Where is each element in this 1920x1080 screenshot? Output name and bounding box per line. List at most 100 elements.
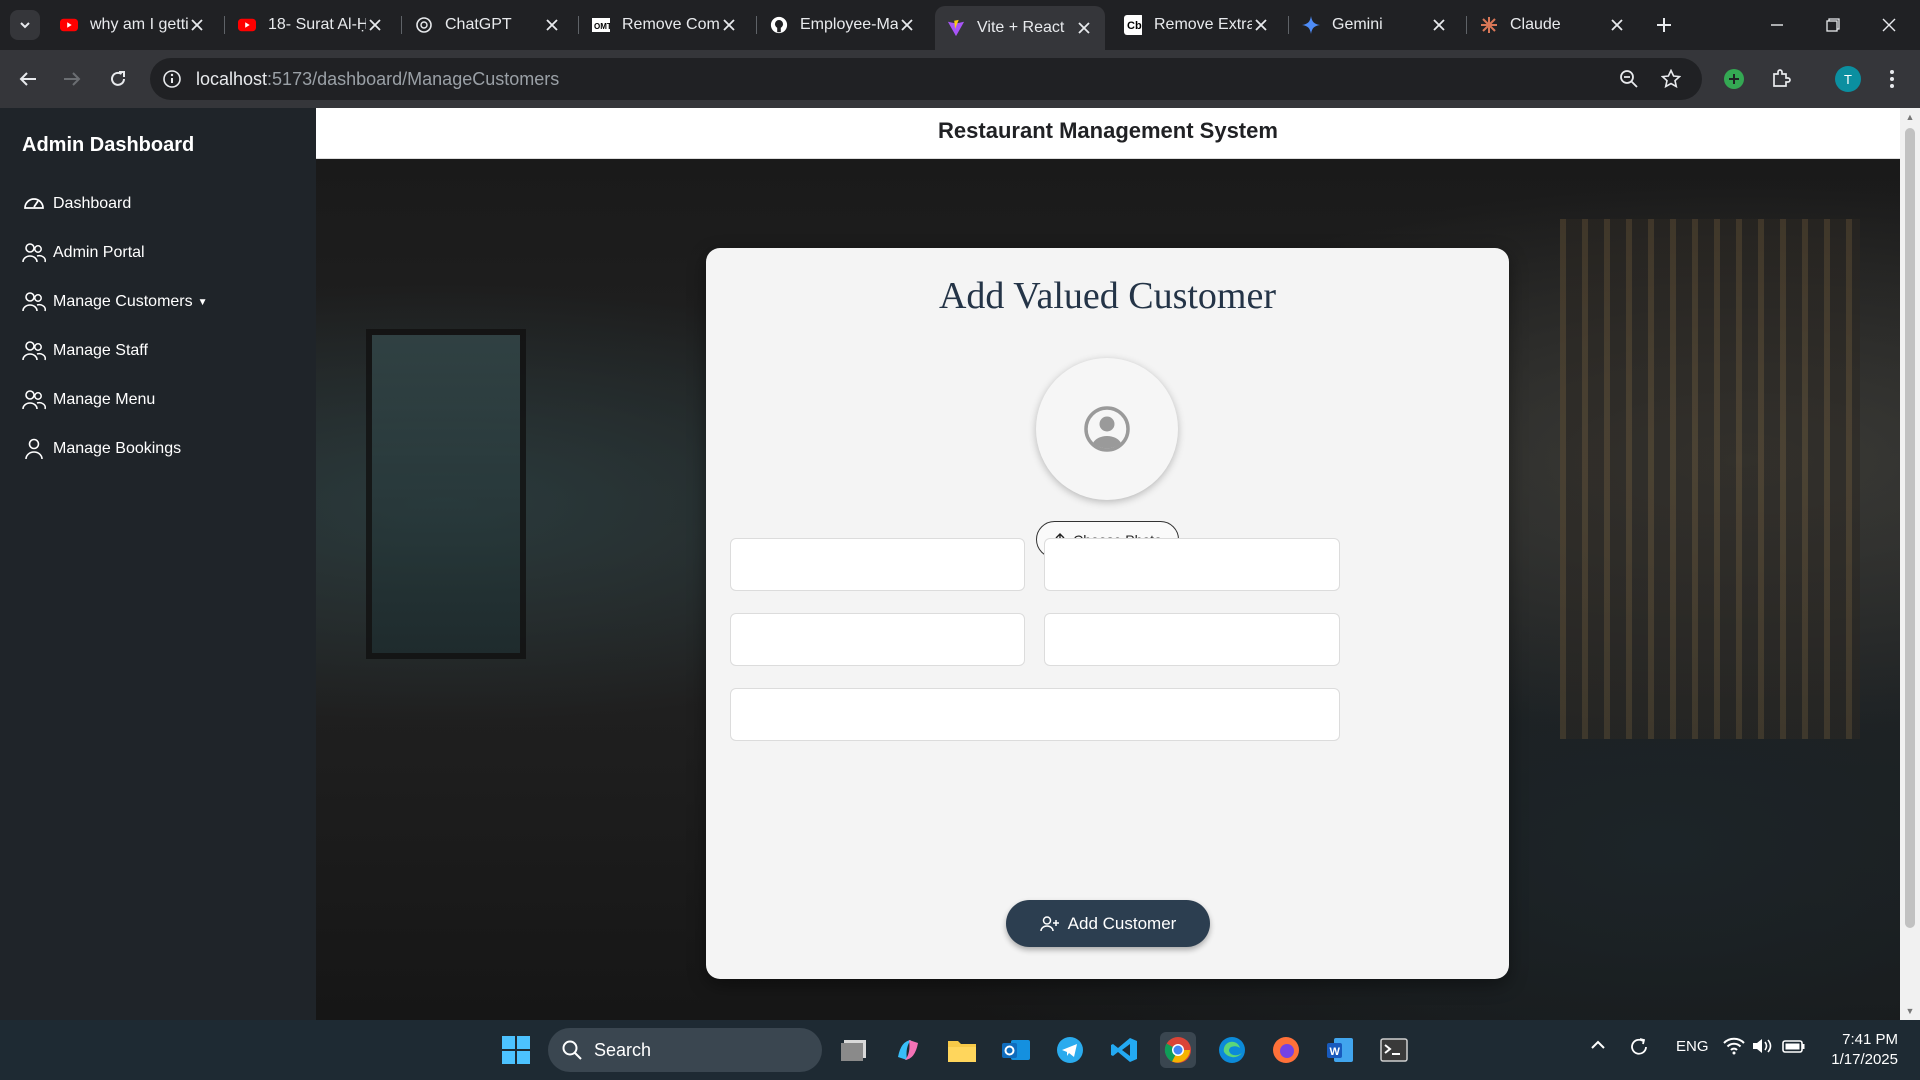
new-tab-button[interactable] — [1651, 12, 1677, 38]
forward-button[interactable] — [58, 65, 86, 93]
person-icon — [22, 437, 46, 461]
customer-field-3[interactable] — [730, 613, 1025, 666]
telegram-icon[interactable] — [1052, 1032, 1088, 1068]
browser-tab[interactable]: Gemini — [1290, 8, 1460, 42]
close-icon[interactable] — [1608, 16, 1626, 34]
customer-field-1[interactable] — [730, 538, 1025, 591]
word-icon[interactable]: W — [1322, 1032, 1358, 1068]
browser-tab-active[interactable]: Vite + React — [935, 6, 1105, 50]
sidebar-item-manage-menu[interactable]: Manage Menu — [22, 386, 155, 414]
customer-field-5[interactable] — [730, 688, 1340, 741]
wifi-icon[interactable] — [1723, 1037, 1745, 1055]
tab-title: Vite + React — [977, 19, 1065, 36]
customer-field-4[interactable] — [1044, 613, 1340, 666]
caret-down-icon: ▼ — [197, 296, 208, 308]
chatgpt-icon — [415, 16, 433, 34]
close-icon[interactable] — [1252, 16, 1270, 34]
taskbar-search[interactable]: Search — [548, 1028, 822, 1072]
tab-title: Gemini — [1332, 16, 1383, 33]
speedometer-icon — [22, 192, 46, 216]
close-icon[interactable] — [1430, 16, 1448, 34]
restore-button[interactable] — [1820, 12, 1846, 38]
add-customer-button[interactable]: Add Customer — [1006, 900, 1210, 947]
browser-tab[interactable]: Claude — [1468, 8, 1638, 42]
site-info-icon[interactable] — [162, 69, 182, 89]
copilot-icon[interactable] — [890, 1032, 926, 1068]
tab-title: 18- Surat Al-Ḥ — [268, 16, 366, 33]
tab-title: Remove Com — [622, 16, 720, 33]
taskbar-search-label: Search — [594, 1039, 652, 1060]
sidebar-title: Admin Dashboard — [22, 134, 195, 156]
scroll-thumb[interactable] — [1905, 128, 1915, 928]
sidebar-item-manage-staff[interactable]: Manage Staff — [22, 337, 148, 365]
youtube-icon — [238, 16, 256, 34]
sidebar-item-label: Manage Menu — [53, 391, 156, 408]
scroll-up-icon[interactable]: ▲ — [1905, 112, 1915, 122]
chevron-up-icon[interactable] — [1590, 1038, 1606, 1052]
svg-text:Cb: Cb — [1127, 20, 1142, 32]
sidebar-item-label: Manage Staff — [53, 342, 148, 359]
close-icon[interactable] — [1075, 19, 1093, 37]
browser-tab[interactable]: Employee-Ma — [758, 8, 928, 42]
close-icon[interactable] — [543, 16, 561, 34]
chrome-icon[interactable] — [1160, 1032, 1196, 1068]
restore-icon — [1826, 18, 1840, 32]
close-icon[interactable] — [366, 16, 384, 34]
zoom-icon[interactable] — [1618, 68, 1640, 90]
sidebar-item-manage-bookings[interactable]: Manage Bookings — [22, 435, 181, 463]
task-view-icon[interactable] — [836, 1032, 872, 1068]
browser-tab[interactable]: Cb Remove Extra — [1112, 8, 1282, 42]
close-icon[interactable] — [898, 16, 916, 34]
url-path: :5173/dashboard/ManageCustomers — [267, 69, 560, 89]
firefox-icon[interactable] — [1268, 1032, 1304, 1068]
battery-icon[interactable] — [1782, 1038, 1806, 1054]
svg-text:W: W — [1330, 1046, 1341, 1058]
edge-icon[interactable] — [1214, 1032, 1250, 1068]
sidebar-item-dashboard[interactable]: Dashboard — [22, 190, 131, 218]
close-icon[interactable] — [720, 16, 738, 34]
user-circle-icon — [1084, 406, 1130, 452]
vscode-icon[interactable] — [1106, 1032, 1142, 1068]
omt-icon: OMT — [592, 16, 610, 34]
url-text: localhost:5173/dashboard/ManageCustomers — [196, 69, 559, 90]
scroll-down-icon[interactable]: ▼ — [1905, 1006, 1915, 1016]
address-bar[interactable]: localhost:5173/dashboard/ManageCustomers — [150, 58, 1702, 100]
extensions-puzzle-icon[interactable] — [1767, 65, 1795, 93]
url-host: localhost — [196, 69, 268, 89]
tab-title: why am I getting — [90, 16, 188, 33]
sync-icon[interactable] — [1627, 1036, 1651, 1058]
profile-avatar[interactable]: T — [1835, 66, 1861, 92]
browser-tab[interactable]: OMT Remove Com — [580, 8, 750, 42]
bookmark-star-icon[interactable] — [1660, 68, 1682, 90]
language-indicator[interactable]: ENG — [1676, 1038, 1709, 1055]
outlook-icon[interactable] — [998, 1032, 1034, 1068]
more-menu-icon[interactable] — [1878, 65, 1906, 93]
browser-tab[interactable]: why am I getting — [48, 8, 218, 42]
system-clock[interactable]: 7:41 PM 1/17/2025 — [1818, 1030, 1898, 1070]
vite-icon — [947, 19, 965, 37]
reload-button[interactable] — [104, 65, 132, 93]
restaurant-background-image: Add Valued Customer Choose Photo Add Cus… — [316, 159, 1900, 1020]
tab-title: ChatGPT — [445, 16, 512, 33]
sidebar-item-manage-customers[interactable]: Manage Customers ▼ — [22, 288, 208, 316]
browser-tab[interactable]: 18- Surat Al-Ḥ — [226, 8, 396, 42]
sidebar-item-admin-portal[interactable]: Admin Portal — [22, 239, 145, 267]
minimize-icon — [1771, 24, 1783, 26]
extension-plus-icon[interactable] — [1720, 65, 1748, 93]
windows-taskbar: Search W ENG 7:41 PM 1/17/2025 — [0, 1020, 1920, 1080]
page-header: Restaurant Management System — [316, 108, 1900, 159]
people-icon — [22, 290, 46, 314]
volume-icon[interactable] — [1752, 1037, 1774, 1055]
file-explorer-icon[interactable] — [944, 1032, 980, 1068]
terminal-icon[interactable] — [1376, 1032, 1412, 1068]
windows-start-icon[interactable] — [498, 1032, 534, 1068]
back-button[interactable] — [14, 65, 42, 93]
customer-field-2[interactable] — [1044, 538, 1340, 591]
sidebar-item-label: Dashboard — [53, 195, 132, 212]
minimize-button[interactable] — [1764, 12, 1790, 38]
close-window-button[interactable] — [1876, 12, 1902, 38]
tab-search-button[interactable] — [10, 10, 40, 40]
page-scrollbar[interactable]: ▲ ▼ — [1900, 108, 1920, 1020]
browser-tab[interactable]: ChatGPT — [403, 8, 573, 42]
close-icon[interactable] — [188, 16, 206, 34]
